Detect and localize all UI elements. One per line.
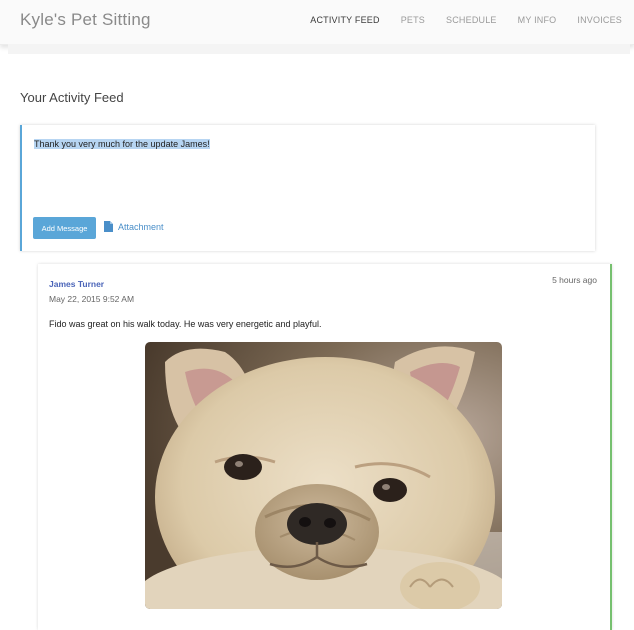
post-author[interactable]: James Turner (49, 279, 104, 289)
message-composer: Thank you very much for the update James… (20, 125, 595, 251)
nav-my-info[interactable]: MY INFO (518, 15, 557, 25)
post-date: May 22, 2015 9:52 AM (49, 294, 135, 304)
add-message-button[interactable]: Add Message (33, 217, 96, 239)
app-brand[interactable]: Kyle's Pet Sitting (20, 10, 151, 30)
page-title: Your Activity Feed (20, 90, 124, 105)
nav-schedule[interactable]: SCHEDULE (446, 15, 497, 25)
top-navbar: Kyle's Pet Sitting ACTIVITY FEED PETS SC… (0, 0, 634, 45)
post-time-ago: 5 hours ago (552, 275, 597, 285)
french-bulldog-photo[interactable] (145, 342, 502, 609)
post-body: Fido was great on his walk today. He was… (49, 319, 322, 329)
message-input[interactable]: Thank you very much for the update James… (34, 139, 210, 149)
nav-invoices[interactable]: INVOICES (577, 15, 622, 25)
main-nav: ACTIVITY FEED PETS SCHEDULE MY INFO INVO… (289, 15, 622, 25)
nav-activity-feed[interactable]: ACTIVITY FEED (310, 15, 379, 25)
navbar-underbar (8, 44, 630, 54)
attachment-label: Attachment (118, 221, 164, 232)
attachment-link[interactable]: Attachment (104, 221, 164, 232)
nav-pets[interactable]: PETS (401, 15, 425, 25)
feed-post: James Turner May 22, 2015 9:52 AM 5 hour… (38, 264, 612, 630)
message-input-selected-text: Thank you very much for the update James… (34, 139, 210, 149)
file-icon (104, 221, 113, 232)
